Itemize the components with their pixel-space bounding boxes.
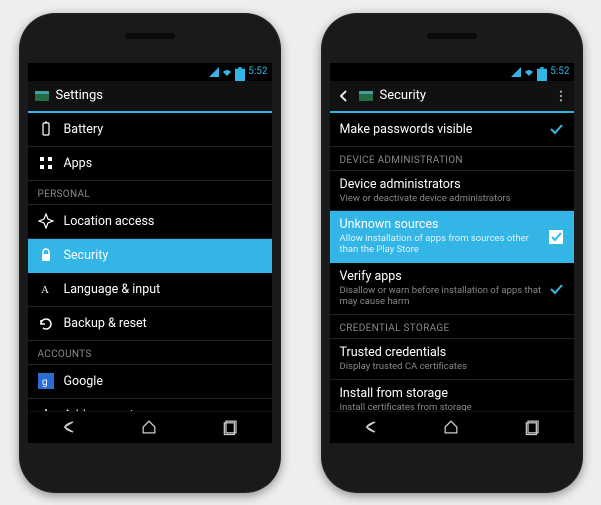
recent-apps-button[interactable] bbox=[218, 414, 244, 440]
row-install-from-storage[interactable]: Install from storage Install certificate… bbox=[330, 380, 574, 410]
settings-item-apps[interactable]: Apps bbox=[28, 147, 272, 181]
settings-app-icon bbox=[358, 88, 374, 104]
battery-icon bbox=[537, 67, 547, 77]
phone-right: 5:52 Security Make passwords visible DEV… bbox=[321, 13, 583, 493]
settings-item-battery[interactable]: Battery bbox=[28, 113, 272, 147]
page-title: Security bbox=[380, 88, 427, 103]
section-header-accounts: ACCOUNTS bbox=[28, 341, 272, 365]
settings-item-location[interactable]: Location access bbox=[28, 205, 272, 239]
page-title: Settings bbox=[56, 88, 103, 103]
settings-item-language[interactable]: A Language & input bbox=[28, 273, 272, 307]
google-icon: g bbox=[38, 373, 54, 389]
row-label: Device administrators bbox=[340, 177, 564, 192]
status-bar: 5:52 bbox=[28, 63, 272, 81]
recent-apps-button[interactable] bbox=[520, 414, 546, 440]
wifi-icon bbox=[222, 67, 232, 77]
svg-text:g: g bbox=[42, 377, 48, 388]
item-label: Backup & reset bbox=[64, 316, 147, 331]
screen-left: 5:52 Settings Battery Apps PERSONAL bbox=[28, 63, 272, 443]
row-label: Install from storage bbox=[340, 386, 564, 401]
navigation-bar bbox=[330, 411, 574, 443]
battery-icon bbox=[38, 121, 54, 137]
status-bar: 5:52 bbox=[330, 63, 574, 81]
item-label: Security bbox=[64, 248, 109, 263]
section-header-device-admin: DEVICE ADMINISTRATION bbox=[330, 147, 574, 171]
security-list[interactable]: Make passwords visible DEVICE ADMINISTRA… bbox=[330, 113, 574, 411]
row-passwords-visible[interactable]: Make passwords visible bbox=[330, 113, 574, 147]
settings-item-add-account[interactable]: Add account bbox=[28, 399, 272, 411]
back-button[interactable] bbox=[55, 414, 81, 440]
row-label: Unknown sources bbox=[340, 217, 542, 232]
row-verify-apps[interactable]: Verify apps Disallow or warn before inst… bbox=[330, 263, 574, 315]
backup-icon bbox=[38, 315, 54, 331]
row-sublabel: Allow installation of apps from sources … bbox=[340, 234, 542, 256]
action-bar: Settings bbox=[28, 81, 272, 113]
home-button[interactable] bbox=[136, 414, 162, 440]
section-header-personal: PERSONAL bbox=[28, 181, 272, 205]
row-label: Verify apps bbox=[340, 269, 542, 284]
home-button[interactable] bbox=[438, 414, 464, 440]
signal-icon bbox=[209, 67, 219, 77]
item-label: Language & input bbox=[64, 282, 161, 297]
item-label: Google bbox=[64, 374, 103, 389]
row-sublabel: View or deactivate device administrators bbox=[340, 194, 564, 205]
settings-item-backup[interactable]: Backup & reset bbox=[28, 307, 272, 341]
checkbox-checked-icon[interactable] bbox=[548, 229, 564, 245]
back-caret-icon[interactable] bbox=[336, 88, 352, 104]
wifi-icon bbox=[524, 67, 534, 77]
settings-app-icon bbox=[34, 88, 50, 104]
language-icon: A bbox=[38, 281, 54, 297]
phone-left: 5:52 Settings Battery Apps PERSONAL bbox=[19, 13, 281, 493]
row-label: Trusted credentials bbox=[340, 345, 564, 360]
back-button[interactable] bbox=[357, 414, 383, 440]
battery-icon bbox=[235, 67, 245, 77]
row-trusted-credentials[interactable]: Trusted credentials Display trusted CA c… bbox=[330, 339, 574, 380]
row-unknown-sources[interactable]: Unknown sources Allow installation of ap… bbox=[330, 211, 574, 263]
location-icon bbox=[38, 213, 54, 229]
settings-item-security[interactable]: Security bbox=[28, 239, 272, 273]
clock-text: 5:52 bbox=[550, 66, 569, 77]
row-sublabel: Display trusted CA certificates bbox=[340, 362, 564, 373]
row-label: Make passwords visible bbox=[340, 122, 542, 137]
checkbox-checked-icon[interactable] bbox=[548, 121, 564, 137]
item-label: Apps bbox=[64, 156, 93, 171]
screen-right: 5:52 Security Make passwords visible DEV… bbox=[330, 63, 574, 443]
overflow-menu-icon[interactable] bbox=[554, 89, 568, 103]
signal-icon bbox=[511, 67, 521, 77]
apps-icon bbox=[38, 155, 54, 171]
row-device-admins[interactable]: Device administrators View or deactivate… bbox=[330, 171, 574, 212]
settings-list[interactable]: Battery Apps PERSONAL Location access bbox=[28, 113, 272, 411]
item-label: Location access bbox=[64, 214, 155, 229]
navigation-bar bbox=[28, 411, 272, 443]
item-label: Battery bbox=[64, 122, 104, 137]
row-sublabel: Install certificates from storage bbox=[340, 403, 564, 410]
settings-item-google[interactable]: g Google bbox=[28, 365, 272, 399]
row-sublabel: Disallow or warn before installation of … bbox=[340, 286, 542, 308]
checkbox-checked-icon[interactable] bbox=[548, 281, 564, 297]
action-bar: Security bbox=[330, 81, 574, 113]
clock-text: 5:52 bbox=[248, 66, 267, 77]
section-header-credential: CREDENTIAL STORAGE bbox=[330, 315, 574, 339]
svg-text:A: A bbox=[41, 284, 49, 296]
lock-icon bbox=[38, 247, 54, 263]
